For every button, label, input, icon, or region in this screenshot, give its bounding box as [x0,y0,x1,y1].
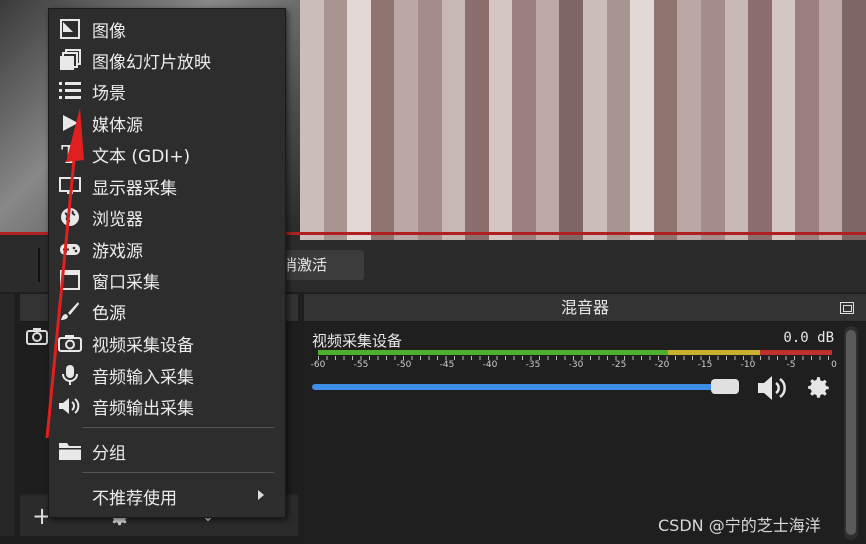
camera-icon [58,331,82,355]
microphone-icon [58,363,82,387]
meter-scale-label: -25 [611,360,627,370]
submenu-arrow-icon [258,490,264,500]
scenes-panel [0,294,14,536]
brush-icon [58,299,82,323]
mixer-title: 混音器 [304,294,866,322]
menu-item-window-capture[interactable]: 窗口采集 [50,265,284,295]
menu-item-slideshow[interactable]: 图像幻灯片放映 [50,45,284,75]
menu-item-group[interactable]: 分组 [50,436,284,466]
menu-item-audio-input[interactable]: 音频输入采集 [50,360,284,390]
mixer-track-db: 0.0 dB [783,330,834,346]
menu-item-display-capture[interactable]: 显示器采集 [50,171,284,201]
meter-scale-label: -60 [310,360,326,370]
menu-item-deprecated[interactable]: 不推荐使用 [50,481,284,511]
text-icon: T [61,139,79,169]
volume-slider-thumb[interactable] [711,379,739,394]
slideshow-icon [58,48,82,72]
monitor-icon [58,174,82,198]
volume-meter [318,350,832,355]
image-icon [58,17,82,41]
gamepad-icon [58,237,82,261]
preview-mosaic-image [300,0,866,240]
meter-scale-label: -35 [525,360,541,370]
deactivate-button[interactable]: 消激活 [276,250,364,280]
meter-scale-label: -15 [697,360,713,370]
menu-item-audio-output[interactable]: 音频输出采集 [50,391,284,421]
watermark: CSDN @宁的芝士海洋 [658,516,821,535]
menu-item-scene[interactable]: 场景 [50,76,284,106]
menu-item-color-source[interactable]: 色源 [50,296,284,326]
meter-scale-label: -40 [482,360,498,370]
folder-icon [58,439,82,463]
mixer-settings-gear-icon[interactable] [806,375,832,401]
menu-item-media-source[interactable]: 媒体源 [50,108,284,138]
menu-item-image[interactable]: 图像 [50,14,284,44]
camera-icon [26,327,50,345]
volume-slider[interactable] [312,384,719,390]
meter-scale-label: -20 [654,360,670,370]
meter-scale-label: -45 [439,360,455,370]
meter-scale-label: -5 [786,360,796,370]
globe-icon [58,205,82,229]
scene-list-icon [58,79,82,103]
menu-item-video-capture[interactable]: 视频采集设备 [50,328,284,358]
play-icon [58,111,82,135]
menu-item-game-capture[interactable]: 游戏源 [50,234,284,264]
speaker-icon [58,394,82,418]
menu-item-browser[interactable]: 浏览器 [50,202,284,232]
mixer-scrollbar-thumb[interactable] [846,330,856,535]
meter-scale-label: -50 [396,360,412,370]
menu-item-text-gdi[interactable]: T 文本 (GDI+) [50,139,284,169]
meter-scale-label: -30 [568,360,584,370]
menu-separator [82,472,274,473]
mute-speaker-icon[interactable] [756,374,792,402]
toolbar-divider [38,248,40,282]
menu-separator [82,427,274,428]
meter-scale-label: -55 [353,360,369,370]
meter-scale: -60 -55 -50 -45 -40 -35 -30 -25 -20 -15 -10 -5 0 [310,360,842,372]
meter-scale-label: -10 [740,360,756,370]
window-icon [58,268,82,292]
undock-icon[interactable] [840,302,854,314]
meter-scale-label: 0 [831,360,837,370]
obs-window: 消激活 + — ⌃ ⌄ 混音器 视频采集设备 0.0 dB -60-55-50-… [0,0,866,544]
mixer-track-name: 视频采集设备 [312,332,403,350]
